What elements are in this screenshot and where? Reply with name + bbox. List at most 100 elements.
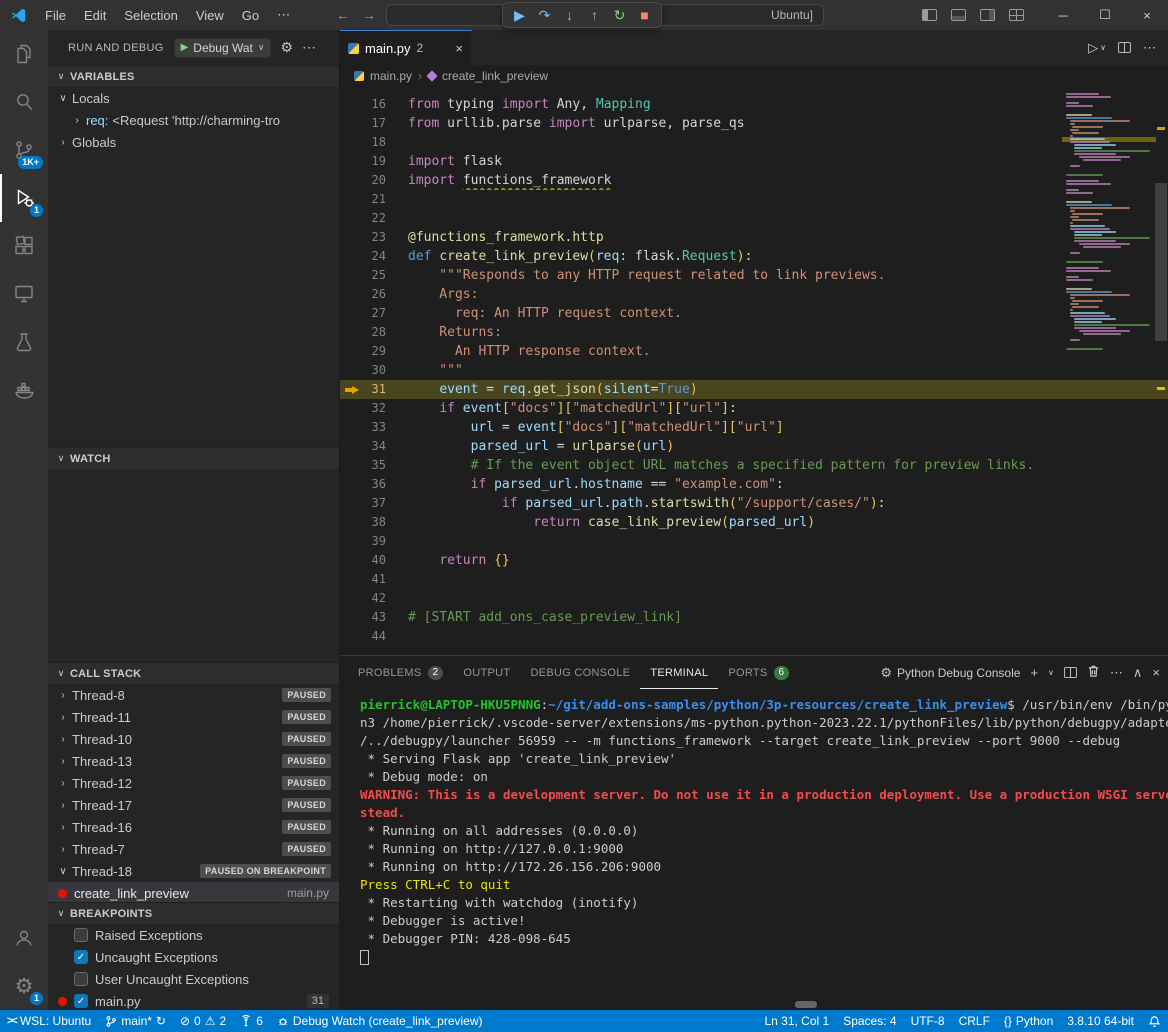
breakpoint-checkbox[interactable]: ✓ [74,950,88,964]
debug-continue-button[interactable]: ▶ [508,3,531,27]
close-window-button[interactable]: × [1126,0,1168,30]
nav-forward-icon[interactable]: → [360,7,378,23]
debug-stop-button[interactable]: ■ [633,3,656,27]
code-line-40[interactable]: 40 return {} [340,551,1168,570]
maximize-button[interactable]: ☐ [1084,0,1126,30]
line-number-gutter[interactable]: 31 [340,380,408,399]
accounts-icon[interactable] [0,914,48,962]
code-line-35[interactable]: 35 # If the event object URL matches a s… [340,456,1168,475]
menu-go[interactable]: Go [233,0,268,30]
sidebar-more-actions-icon[interactable]: ⋯ [302,39,316,56]
close-panel-icon[interactable]: × [1152,665,1160,680]
code-line-32[interactable]: 32 if event["docs"]["matchedUrl"]["url"]… [340,399,1168,418]
line-number-gutter[interactable]: 28 [340,323,408,342]
toggle-secondary-sidebar-icon[interactable] [980,9,995,21]
line-number-gutter[interactable]: 20 [340,171,408,190]
breakpoint-row[interactable]: ✓main.py31 [48,990,339,1010]
menu-overflow[interactable]: ⋯ [268,7,299,23]
watch-section-header[interactable]: ∨ WATCH [48,447,339,469]
code-line-30[interactable]: 30 """ [340,361,1168,380]
call-stack-thread[interactable]: ›Thread-8PAUSED [48,684,339,706]
activity-explorer-icon[interactable] [0,30,48,78]
call-stack-thread[interactable]: ›Thread-16PAUSED [48,816,339,838]
debug-configuration-dropdown[interactable]: ▶ Debug Wat ∨ [174,38,272,58]
remote-indicator[interactable]: >< WSL: Ubuntu [0,1010,98,1032]
call-stack-thread[interactable]: ›Thread-13PAUSED [48,750,339,772]
call-stack-section-header[interactable]: ∨ CALL STACK [48,662,339,684]
breakpoint-checkbox[interactable] [74,972,88,986]
split-editor-icon[interactable] [1118,42,1131,53]
encoding-status[interactable]: UTF-8 [904,1010,952,1032]
line-number-gutter[interactable]: 41 [340,570,408,589]
call-stack-thread[interactable]: ›Thread-12PAUSED [48,772,339,794]
line-number-gutter[interactable]: 17 [340,114,408,133]
split-terminal-icon[interactable] [1064,667,1077,678]
code-line-38[interactable]: 38 return case_link_preview(parsed_url) [340,513,1168,532]
activity-testing-icon[interactable] [0,318,48,366]
code-line-25[interactable]: 25 """Responds to any HTTP request relat… [340,266,1168,285]
tab-close-icon[interactable]: × [455,41,463,56]
line-number-gutter[interactable]: 33 [340,418,408,437]
line-number-gutter[interactable]: 34 [340,437,408,456]
eol-status[interactable]: CRLF [952,1010,997,1032]
git-branch-status[interactable]: main* ↻ [98,1010,173,1032]
new-terminal-icon[interactable]: + [1030,665,1038,680]
activity-source-control-icon[interactable]: 1K+ [0,126,48,174]
variable-row[interactable]: ›req:<Request 'http://charming-tro [48,109,339,131]
debug-session-status[interactable]: Debug Watch (create_link_preview) [270,1010,490,1032]
activity-run-and-debug-icon[interactable]: 1 [0,174,48,222]
breakpoint-checkbox[interactable] [74,928,88,942]
code-line-37[interactable]: 37 if parsed_url.path.startswith("/suppo… [340,494,1168,513]
breakpoint-row[interactable]: User Uncaught Exceptions [48,968,339,990]
code-line-24[interactable]: 24def create_link_preview(req: flask.Req… [340,247,1168,266]
code-line-43[interactable]: 43# [START add_ons_case_preview_link] [340,608,1168,627]
terminal-output[interactable]: pierrick@LAPTOP-HKU5PNNG:~/git/add-ons-s… [340,689,1168,1010]
cursor-position-status[interactable]: Ln 31, Col 1 [757,1010,836,1032]
menu-edit[interactable]: Edit [75,0,115,30]
run-python-file-button[interactable]: ▷∨ [1088,40,1106,56]
terminal-dropdown-chevron-icon[interactable]: ∨ [1048,668,1054,677]
breakpoint-checkbox[interactable]: ✓ [74,994,88,1008]
line-number-gutter[interactable]: 43 [340,608,408,627]
editor-more-actions-icon[interactable]: ⋯ [1143,40,1156,56]
code-line-19[interactable]: 19import flask [340,152,1168,171]
code-line-22[interactable]: 22 [340,209,1168,228]
line-number-gutter[interactable]: 36 [340,475,408,494]
debug-settings-gear-icon[interactable]: ⚙ [280,39,293,56]
nav-back-icon[interactable]: ← [334,7,352,23]
code-line-44[interactable]: 44 [340,627,1168,646]
toggle-panel-icon[interactable] [951,9,966,21]
code-line-34[interactable]: 34 parsed_url = urlparse(url) [340,437,1168,456]
activity-docker-icon[interactable] [0,366,48,414]
debug-restart-button[interactable]: ↻ [608,3,631,27]
line-number-gutter[interactable]: 22 [340,209,408,228]
call-stack-thread[interactable]: ›Thread-10PAUSED [48,728,339,750]
activity-remote-explorer-icon[interactable] [0,270,48,318]
menu-file[interactable]: File [36,0,75,30]
minimap[interactable] [1066,93,1152,354]
code-line-16[interactable]: 16from typing import Any, Mapping [340,95,1168,114]
indentation-status[interactable]: Spaces: 4 [836,1010,903,1032]
code-editor[interactable]: 16from typing import Any, Mapping17from … [340,87,1168,655]
line-number-gutter[interactable]: 42 [340,589,408,608]
call-stack-thread[interactable]: ›Thread-17PAUSED [48,794,339,816]
debug-step-over-button[interactable]: ↷ [533,3,556,27]
panel-tab-problems[interactable]: PROBLEMS2 [348,656,453,689]
breakpoint-row[interactable]: Raised Exceptions [48,924,339,946]
line-number-gutter[interactable]: 38 [340,513,408,532]
scrollbar-thumb[interactable] [1155,183,1167,341]
line-number-gutter[interactable]: 39 [340,532,408,551]
panel-tab-terminal[interactable]: TERMINAL [640,656,718,689]
forwarded-ports-status[interactable]: 6 [233,1010,270,1032]
line-number-gutter[interactable]: 16 [340,95,408,114]
code-line-42[interactable]: 42 [340,589,1168,608]
line-number-gutter[interactable]: 24 [340,247,408,266]
terminal-process-selector[interactable]: ⚙ Python Debug Console [880,665,1020,681]
line-number-gutter[interactable]: 25 [340,266,408,285]
code-line-21[interactable]: 21 [340,190,1168,209]
code-line-27[interactable]: 27 req: An HTTP request context. [340,304,1168,323]
debug-step-out-button[interactable]: ↑ [583,3,606,27]
code-line-23[interactable]: 23@functions_framework.http [340,228,1168,247]
variable-row[interactable]: ∨Locals [48,87,339,109]
line-number-gutter[interactable]: 19 [340,152,408,171]
